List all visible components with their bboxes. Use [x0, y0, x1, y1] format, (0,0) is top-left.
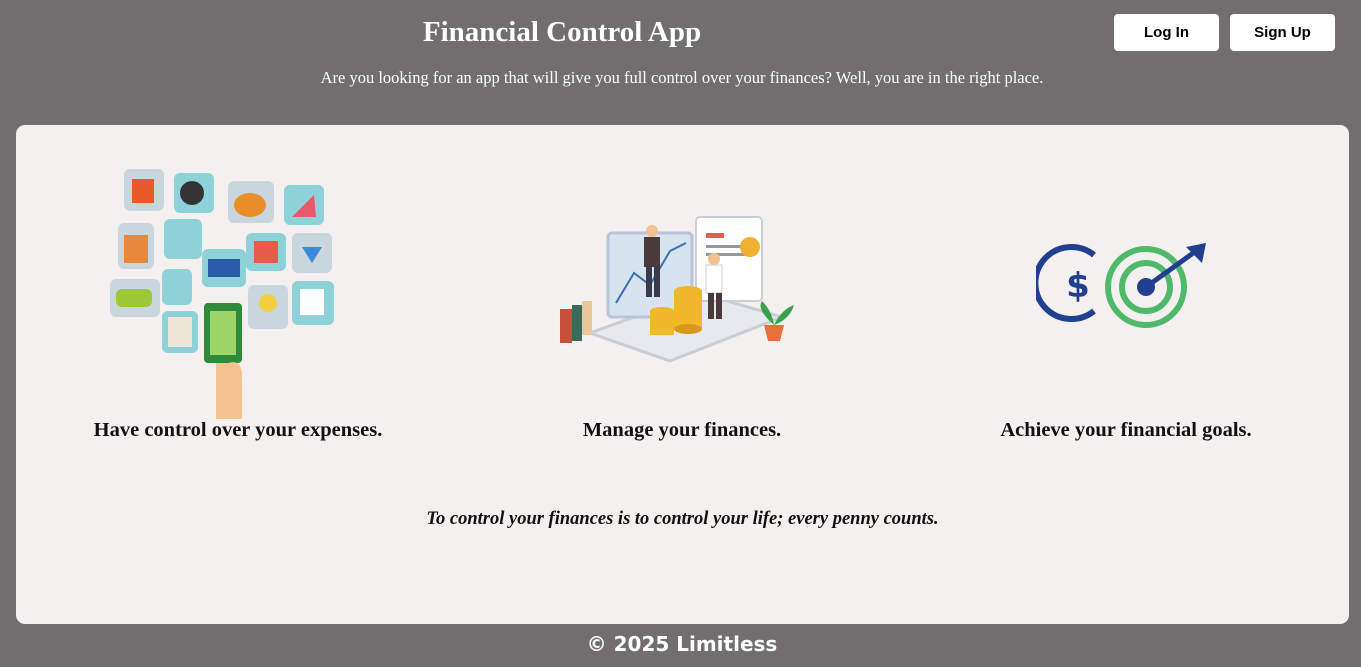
- feature-caption: Manage your finances.: [582, 419, 782, 441]
- page-title: Financial Control App: [422, 16, 702, 48]
- feature-caption: Achieve your financial goals.: [1000, 419, 1252, 441]
- goal-target-icon: $: [1036, 243, 1206, 328]
- feature-caption: Have control over your expenses.: [93, 419, 383, 441]
- feature-goals: $ Achieve your financial goals.: [904, 125, 1348, 455]
- login-button[interactable]: Log In: [1114, 14, 1219, 51]
- content-panel: Have control over your expenses. Manage …: [16, 125, 1349, 624]
- feature-manage: Manage your finances.: [460, 125, 904, 455]
- finance-management-illustration-icon: [560, 216, 794, 363]
- footer-copyright: © 2025 Limitless: [586, 632, 778, 656]
- feature-expenses: Have control over your expenses.: [16, 125, 460, 455]
- tagline-quote: To control your finances is to control y…: [426, 509, 939, 529]
- expenses-illustration-icon: [110, 169, 334, 419]
- page-subtitle: Are you looking for an app that will giv…: [320, 68, 1044, 87]
- svg-text:$: $: [1066, 266, 1090, 306]
- signup-button[interactable]: Sign Up: [1230, 14, 1335, 51]
